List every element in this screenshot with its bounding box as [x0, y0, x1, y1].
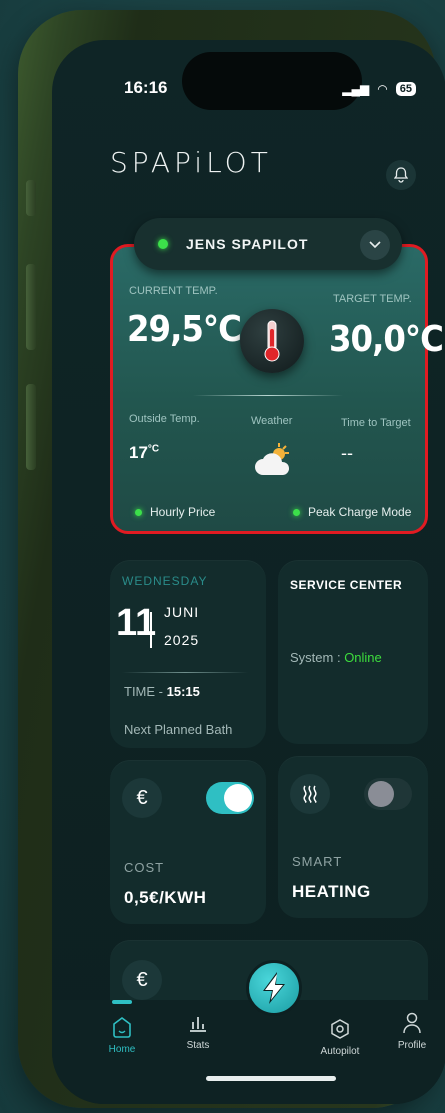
volume-down-button	[26, 384, 36, 470]
bell-icon[interactable]	[386, 160, 416, 190]
lightning-icon	[263, 972, 285, 1004]
nav-active-indicator	[112, 1000, 132, 1004]
system-status: System : Online	[290, 650, 382, 665]
date-tile[interactable]: WEDNESDAY 11 JUNI 2025 TIME - 15:15 Next…	[110, 560, 266, 748]
home-icon	[92, 1012, 152, 1042]
tile-divider	[122, 672, 248, 673]
power-button[interactable]	[246, 960, 302, 1016]
status-dot	[293, 508, 300, 516]
status-icons: ▂▄▆ ◠ 65	[342, 82, 416, 96]
cost-tile[interactable]: € COST 0,5€/KWH	[110, 760, 266, 924]
heating-value: HEATING	[292, 882, 371, 901]
target-temp-label: TARGET TEMP.	[333, 293, 412, 305]
mute-switch	[26, 180, 36, 216]
device-name: JENS SPAPILOT	[186, 236, 309, 252]
service-tile[interactable]: SERVICE CENTER System : Online	[278, 560, 428, 744]
nav-autopilot[interactable]: Autopilot	[310, 1014, 370, 1057]
next-bath-label: Next Planned Bath	[124, 722, 233, 737]
outside-temp-label: Outside Temp.	[129, 413, 200, 425]
hexagon-icon	[310, 1014, 370, 1044]
toggle-knob	[368, 781, 394, 807]
card-divider	[193, 395, 343, 396]
outside-temp-value: 17°C	[129, 443, 160, 462]
cost-caption: COST	[124, 860, 165, 875]
device-selector[interactable]: JENS SPAPILOT	[134, 218, 402, 270]
hourly-price-indicator[interactable]: Hourly Price	[135, 505, 215, 519]
weather-label: Weather	[251, 415, 293, 427]
weekday: WEDNESDAY	[122, 574, 208, 588]
target-temp-value[interactable]: 30,0°C	[329, 319, 444, 360]
person-icon	[382, 1008, 442, 1038]
chevron-down-icon[interactable]	[360, 230, 390, 260]
heating-tile[interactable]: SMART HEATING	[278, 756, 428, 918]
thermometer-icon	[240, 309, 304, 373]
time-to-target-label: Time to Target	[341, 417, 411, 429]
heating-toggle[interactable]	[364, 778, 412, 810]
service-title: SERVICE CENTER	[290, 578, 403, 592]
nav-profile[interactable]: Profile	[382, 1008, 442, 1051]
dynamic-island	[182, 52, 362, 110]
heating-caption: SMART	[292, 854, 343, 869]
current-temp-label: CURRENT TEMP.	[129, 285, 218, 297]
climate-card[interactable]: CURRENT TEMP. 29,5°C TARGET TEMP. 30,0°C…	[110, 244, 444, 534]
volume-up-button	[26, 264, 36, 350]
bottom-nav: Home Stats Autopilot Profile	[52, 1000, 445, 1104]
toggle-knob	[224, 784, 252, 812]
year: 2025	[164, 632, 200, 648]
home-indicator	[206, 1076, 336, 1081]
time-row: TIME - 15:15	[124, 684, 200, 699]
status-time: 16:16	[124, 78, 168, 97]
app-logo: SPAPiLOT	[110, 146, 272, 179]
phone-frame: 16:16 ▂▄▆ ◠ 65 SPAPiLOT CURRENT TEMP. 29…	[18, 10, 445, 1108]
heat-waves-icon	[290, 774, 330, 814]
partly-cloudy-icon	[253, 441, 293, 486]
peak-charge-indicator[interactable]: Peak Charge Mode	[293, 505, 411, 519]
date-separator	[150, 612, 152, 648]
nav-home[interactable]: Home	[92, 1012, 152, 1055]
screen: 16:16 ▂▄▆ ◠ 65 SPAPiLOT CURRENT TEMP. 29…	[52, 40, 445, 1104]
cost-value: 0,5€/KWH	[124, 888, 207, 907]
online-dot	[158, 239, 168, 249]
bar-chart-icon	[168, 1008, 228, 1038]
month: JUNI	[164, 604, 200, 620]
current-temp-value: 29,5°C	[127, 309, 242, 350]
status-dot	[135, 508, 142, 516]
wifi-icon: ◠	[377, 82, 388, 96]
signal-icon: ▂▄▆	[342, 82, 370, 96]
euro-icon: €	[122, 960, 162, 1000]
euro-icon: €	[122, 778, 162, 818]
nav-stats[interactable]: Stats	[168, 1008, 228, 1051]
battery-indicator: 65	[395, 82, 416, 96]
time-to-target-value: --	[341, 443, 353, 463]
cost-toggle[interactable]	[206, 782, 254, 814]
